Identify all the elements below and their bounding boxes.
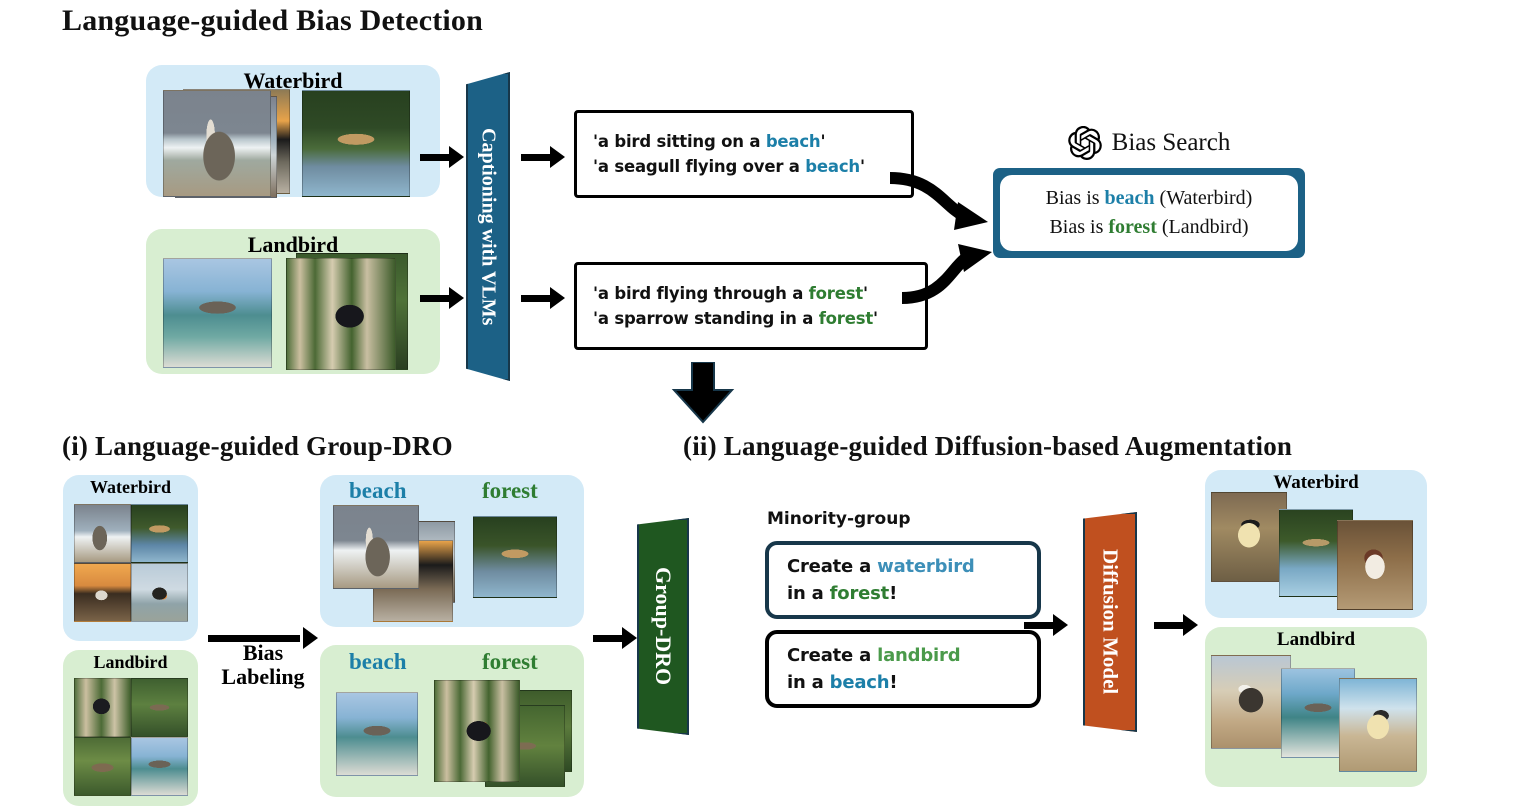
arrow-waterbird-to-captioner — [420, 146, 464, 168]
caption-line: 'a sparrow standing in a forest' — [593, 306, 925, 331]
output-waterbird-label: Waterbird — [1273, 472, 1359, 493]
labeled-landbird-forest-tag: forest — [482, 649, 538, 674]
minority-group-label: Minority-group — [767, 509, 911, 529]
caption-post: ' — [873, 309, 878, 328]
arrow-landbird-to-captioner — [420, 287, 464, 309]
waterbird-captions-box: 'a bird sitting on a beach' 'a seagull f… — [574, 110, 914, 198]
photo-landbird-1 — [163, 258, 272, 368]
prompt-pre: Create a — [787, 645, 878, 666]
group-dro-label: Group-DRO — [651, 567, 676, 686]
photo-generated-tile — [1211, 655, 1291, 749]
caption-pre: 'a bird flying through a — [593, 284, 809, 303]
caption-line: 'a seagull flying over a beach' — [593, 154, 911, 179]
arrow-captioner-to-landbird-captions — [521, 287, 565, 309]
section-ii-title: (ii) Language-guided Diffusion-based Aug… — [683, 431, 1293, 461]
caption-pre: 'a sparrow standing in a — [593, 309, 819, 328]
prompt-highlight: forest — [829, 583, 890, 604]
photo-generated-tile — [1211, 492, 1287, 582]
photo-grid-cell — [74, 563, 131, 622]
photo-stack-tile — [473, 516, 557, 598]
bias-result-post: (Landbird) — [1156, 216, 1249, 238]
caption-line: 'a bird flying through a forest' — [593, 281, 925, 306]
photo-grid-cell — [74, 737, 131, 796]
photo-grid-cell — [131, 504, 188, 563]
bias-labeling-line2: Labeling — [221, 664, 305, 690]
photo-grid-cell — [131, 563, 188, 622]
photo-grid-cell — [131, 737, 188, 796]
prompt-pre: Create a — [787, 556, 878, 577]
photo-landbird-2-forest — [286, 258, 396, 370]
photo-grid-cell — [74, 678, 131, 737]
bias-result-row: Bias is forest (Landbird) — [1000, 213, 1298, 242]
caption-post: ' — [820, 132, 826, 151]
diffusion-model-label: Diffusion Model — [1098, 549, 1123, 695]
bias-result-post: (Waterbird) — [1154, 187, 1253, 209]
photo-grid-cell — [131, 678, 188, 737]
photo-stack-tile — [434, 680, 520, 782]
caption-highlight: forest — [808, 284, 864, 303]
labeled-waterbird-beach-tag: beach — [349, 478, 407, 503]
bias-search-header: Bias Search — [993, 122, 1305, 164]
caption-post: ' — [859, 157, 865, 176]
bias-search-title: Bias Search — [1111, 129, 1231, 156]
diffusion-model-block: Diffusion Model — [1083, 512, 1137, 732]
dro-input-waterbird-label: Waterbird — [90, 477, 171, 497]
caption-pre: 'a bird sitting on a — [593, 132, 766, 151]
prompt-line: in a beach! — [787, 669, 1037, 696]
photo-waterbird-pelican-beach — [163, 90, 271, 197]
photo-waterbird-osprey-forest — [302, 90, 410, 197]
photo-generated-tile — [1339, 678, 1417, 772]
photo-stack-tile — [333, 505, 419, 589]
prompt-pre: in a — [787, 672, 830, 693]
caption-post: ' — [863, 284, 868, 303]
arrow-captioner-to-waterbird-captions — [521, 146, 565, 168]
output-landbird-label: Landbird — [1276, 629, 1356, 650]
prompt-post: ! — [889, 583, 898, 604]
bias-result-pre: Bias is — [1045, 187, 1105, 209]
caption-highlight: beach — [765, 132, 821, 151]
arrow-prompts-to-diffusion — [1024, 614, 1068, 636]
bias-result-pre: Bias is — [1049, 216, 1109, 238]
prompt-post: ! — [889, 672, 898, 693]
bias-result-highlight: beach — [1104, 187, 1155, 209]
prompt-line: in a forest! — [787, 580, 1037, 607]
arrow-down-to-sections — [671, 362, 735, 424]
caption-highlight: beach — [805, 157, 860, 176]
prompt-line: Create a landbird — [787, 642, 1037, 669]
section-i-title: (i) Language-guided Group-DRO — [62, 431, 453, 461]
prompt-highlight: beach — [829, 672, 890, 693]
page-title: Language-guided Bias Detection — [62, 4, 484, 37]
caption-pre: 'a seagull flying over a — [593, 157, 806, 176]
prompt-highlight: landbird — [877, 645, 961, 666]
arrow-to-group-dro — [593, 627, 637, 649]
dro-input-landbird-label: Landbird — [93, 652, 168, 672]
photo-generated-tile — [1337, 520, 1413, 610]
bias-search-result-box: Bias is beach (Waterbird) Bias is forest… — [993, 168, 1305, 258]
bias-labeling-line1: Bias — [242, 640, 284, 665]
labeled-waterbird-forest-tag: forest — [482, 478, 538, 503]
photo-grid-cell — [74, 504, 131, 563]
arrow-diffusion-to-outputs — [1154, 614, 1198, 636]
prompt-pre: in a — [787, 583, 830, 604]
labeled-landbird-beach-tag: beach — [349, 649, 407, 674]
caption-line: 'a bird sitting on a beach' — [593, 129, 911, 154]
prompt-highlight: waterbird — [877, 556, 975, 577]
bias-labeling-label: Bias Labeling — [198, 640, 328, 690]
bias-search-panel: Bias Search Bias is beach (Waterbird) Bi… — [993, 122, 1305, 258]
bias-result-highlight: forest — [1108, 216, 1157, 238]
bias-result-row: Bias is beach (Waterbird) — [1000, 184, 1298, 213]
prompt-box-waterbird-in-forest: Create a waterbird in a forest! — [765, 541, 1041, 619]
prompt-box-landbird-in-beach: Create a landbird in a beach! — [765, 630, 1041, 708]
caption-highlight: forest — [818, 309, 874, 328]
prompt-line: Create a waterbird — [787, 553, 1037, 580]
group-dro-block: Group-DRO — [637, 518, 689, 735]
openai-logo-icon — [1067, 126, 1102, 160]
photo-stack-tile — [336, 692, 418, 776]
landbird-captions-box: 'a bird flying through a forest' 'a spar… — [574, 262, 928, 350]
captioning-vlm-label: Captioning with VLMs — [477, 127, 500, 326]
captioning-vlm-block: Captioning with VLMs — [466, 72, 510, 381]
